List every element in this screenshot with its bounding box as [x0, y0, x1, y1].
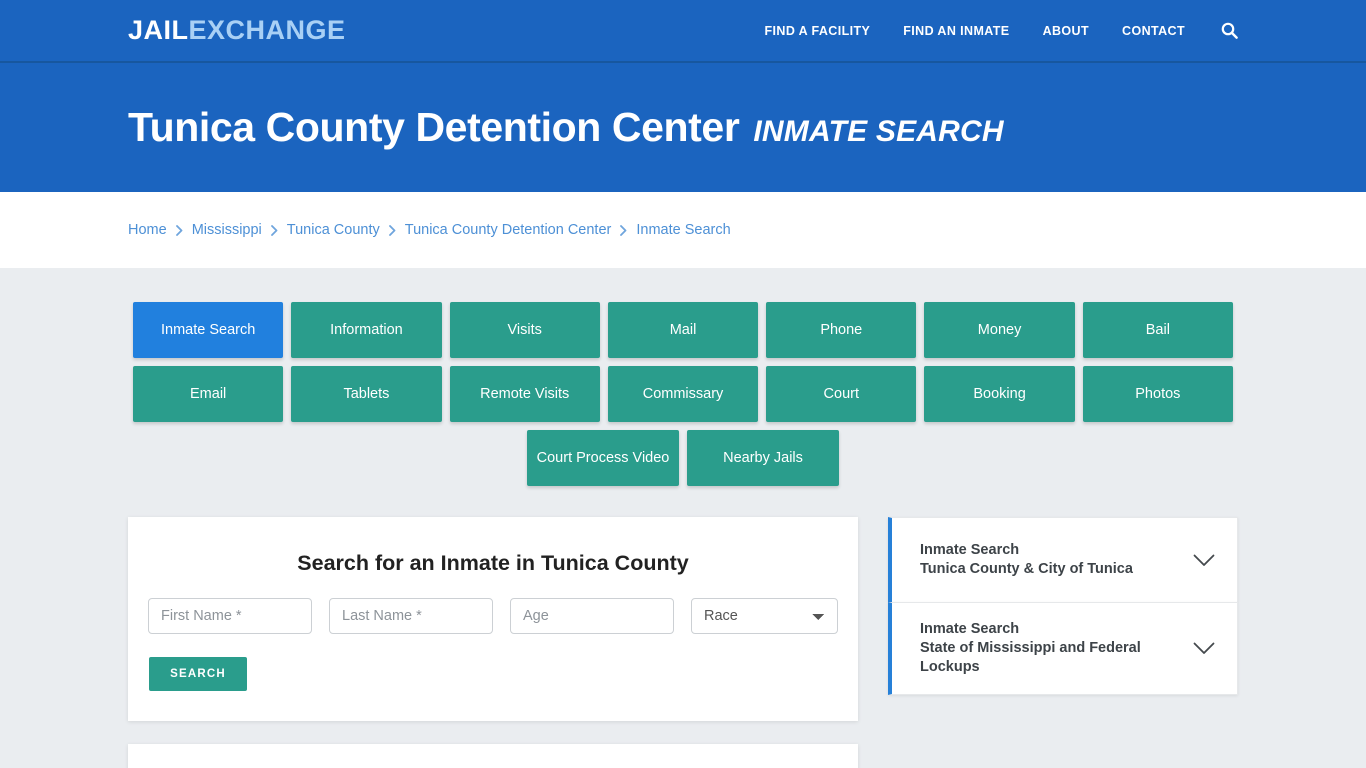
accordion-label: Inmate Search Tunica County & City of Tu…	[920, 541, 1181, 579]
main-navigation: FIND A FACILITY FIND AN INMATE ABOUT CON…	[765, 22, 1239, 39]
tab-row-3: Court Process Video Nearby Jails	[133, 430, 1233, 486]
facility-tab-group: Inmate Search Information Visits Mail Ph…	[133, 268, 1233, 486]
tab-photos[interactable]: Photos	[1082, 366, 1233, 422]
tab-nearby-jails[interactable]: Nearby Jails	[687, 430, 839, 486]
search-toggle-button[interactable]	[1221, 22, 1238, 39]
page-content: Inmate Search Information Visits Mail Ph…	[0, 268, 1366, 768]
first-name-input[interactable]	[148, 598, 312, 634]
tab-money[interactable]: Money	[924, 302, 1075, 358]
breadcrumb-item-inmate-search[interactable]: Inmate Search	[636, 222, 730, 238]
secondary-content-card	[128, 744, 858, 768]
nav-item-find-an-inmate[interactable]: FIND AN INMATE	[903, 24, 1009, 38]
tab-court-process-video[interactable]: Court Process Video	[527, 430, 679, 486]
accordion-item-state-federal-search[interactable]: Inmate Search State of Mississippi and F…	[888, 602, 1238, 696]
page-hero: Tunica County Detention Center INMATE SE…	[0, 63, 1366, 192]
chevron-down-icon	[1193, 554, 1215, 567]
inmate-search-card: Search for an Inmate in Tunica County Ra…	[128, 517, 858, 721]
tab-email[interactable]: Email	[133, 366, 284, 422]
tab-phone[interactable]: Phone	[766, 302, 917, 358]
tab-information[interactable]: Information	[291, 302, 442, 358]
tab-booking[interactable]: Booking	[924, 366, 1075, 422]
search-form-title: Search for an Inmate in Tunica County	[297, 551, 689, 575]
chevron-right-icon	[270, 224, 278, 236]
breadcrumb-separator	[270, 224, 278, 236]
tab-visits[interactable]: Visits	[449, 302, 600, 358]
page-subtitle: INMATE SEARCH	[753, 115, 1004, 148]
breadcrumb-item-mississippi[interactable]: Mississippi	[192, 222, 262, 238]
tab-bail[interactable]: Bail	[1082, 302, 1233, 358]
breadcrumb-separator	[388, 224, 396, 236]
race-select[interactable]: Race	[691, 598, 838, 634]
search-form-fields: Race	[148, 598, 838, 634]
main-columns: Search for an Inmate in Tunica County Ra…	[128, 517, 1238, 768]
breadcrumb: Home Mississippi Tunica County Tunica Co…	[128, 222, 731, 238]
breadcrumb-item-facility[interactable]: Tunica County Detention Center	[405, 222, 612, 238]
nav-item-find-a-facility[interactable]: FIND A FACILITY	[765, 24, 871, 38]
last-name-input[interactable]	[329, 598, 493, 634]
tab-tablets[interactable]: Tablets	[291, 366, 442, 422]
tab-commissary[interactable]: Commissary	[607, 366, 759, 422]
site-logo[interactable]: JAILEXCHANGE	[128, 17, 346, 44]
accordion-title-line2: Tunica County & City of Tunica	[920, 561, 1133, 577]
left-column: Search for an Inmate in Tunica County Ra…	[128, 517, 858, 768]
breadcrumb-separator	[175, 224, 183, 236]
search-submit-button[interactable]: SEARCH	[149, 657, 247, 691]
tab-court[interactable]: Court	[766, 366, 917, 422]
age-input[interactable]	[510, 598, 674, 634]
accordion-title-line1: Inmate Search	[920, 541, 1020, 558]
breadcrumb-bar: Home Mississippi Tunica County Tunica Co…	[0, 192, 1366, 268]
breadcrumb-item-home[interactable]: Home	[128, 222, 167, 238]
breadcrumb-separator	[620, 224, 627, 236]
nav-item-contact[interactable]: CONTACT	[1122, 24, 1185, 38]
logo-text-primary: JAIL	[128, 15, 189, 45]
nav-item-about[interactable]: ABOUT	[1043, 24, 1089, 38]
tab-inmate-search[interactable]: Inmate Search	[133, 302, 284, 358]
chevron-right-icon	[175, 224, 183, 236]
breadcrumb-item-tunica-county[interactable]: Tunica County	[287, 222, 380, 238]
search-icon	[1221, 22, 1238, 39]
site-header: JAILEXCHANGE FIND A FACILITY FIND AN INM…	[0, 0, 1366, 63]
accordion-title-line1: Inmate Search	[920, 621, 1020, 637]
logo-text-secondary: EXCHANGE	[188, 15, 346, 45]
chevron-right-icon	[388, 224, 396, 236]
page-title: Tunica County Detention Center	[128, 104, 740, 150]
tab-remote-visits[interactable]: Remote Visits	[449, 366, 600, 422]
chevron-right-icon	[620, 224, 627, 236]
accordion-item-county-search[interactable]: Inmate Search Tunica County & City of Tu…	[888, 517, 1238, 602]
sidebar: Inmate Search Tunica County & City of Tu…	[888, 517, 1238, 696]
tab-row-2: Email Tablets Remote Visits Commissary C…	[133, 366, 1233, 422]
tab-mail[interactable]: Mail	[607, 302, 759, 358]
chevron-down-icon	[1193, 642, 1215, 655]
accordion-title-line2: State of Mississippi and Federal Lockups	[920, 640, 1141, 676]
accordion-label: Inmate Search State of Mississippi and F…	[920, 620, 1181, 677]
tab-row-1: Inmate Search Information Visits Mail Ph…	[133, 302, 1233, 358]
